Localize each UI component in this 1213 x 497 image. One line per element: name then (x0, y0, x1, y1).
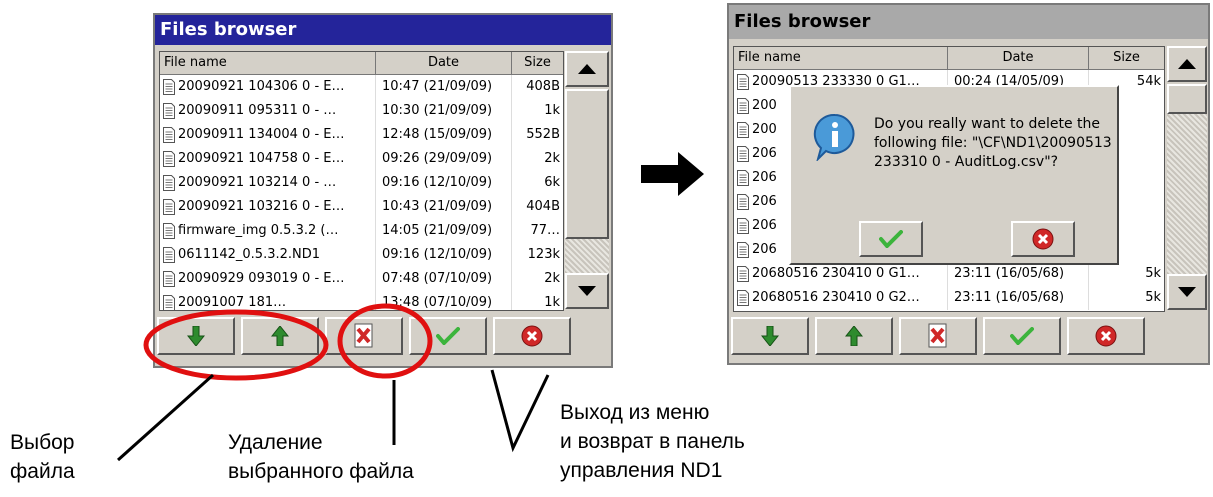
annotation-select-file: Выбор файла (10, 431, 75, 483)
column-header-date[interactable]: Date (948, 47, 1089, 69)
table-row[interactable]: 20680516 230410 0 G1… 23:11 (16/05/68) 5k (734, 262, 1164, 286)
file-icon (737, 218, 749, 234)
file-icon (737, 122, 749, 138)
cell-date: 23:11 (16/05/68) (948, 262, 1089, 286)
checkmark-icon (1010, 327, 1034, 345)
file-icon (737, 170, 749, 186)
scroll-thumb[interactable] (1167, 84, 1207, 114)
file-icon (737, 194, 749, 210)
checkmark-icon (879, 230, 903, 248)
file-icon (737, 242, 749, 258)
transition-arrow (641, 152, 704, 196)
exit-button[interactable] (1067, 317, 1145, 355)
delete-file-icon (928, 323, 947, 348)
dialog-message: Do you really want to delete the followi… (874, 116, 1112, 170)
window-title: Files browser (729, 5, 1208, 39)
triangle-down-icon (1178, 287, 1196, 297)
delete-file-button[interactable] (899, 317, 977, 355)
file-icon (737, 290, 749, 306)
filename-text: 20680516 230410 0 G1… (752, 266, 920, 281)
leader-lines-exit (490, 369, 550, 453)
leader-line-select (116, 373, 215, 462)
cell-filename: 20680516 230410 0 G1… (734, 262, 948, 286)
cell-date: 23:11 (16/05/68) (948, 286, 1089, 310)
delete-confirm-dialog: Do you really want to delete the followi… (789, 85, 1119, 265)
file-icon (737, 146, 749, 162)
column-header-size[interactable]: Size (1089, 47, 1164, 69)
annotation-exit-menu: Выход из меню и возврат в панель управле… (560, 401, 745, 482)
file-icon (737, 74, 749, 90)
filename-text: 206 (752, 170, 777, 185)
scroll-down-button[interactable] (1167, 274, 1207, 310)
file-icon (737, 98, 749, 114)
vertical-scrollbar[interactable] (1167, 46, 1207, 310)
file-icon (737, 266, 749, 282)
highlight-ellipse-delete (337, 303, 433, 379)
filename-text: 206 (752, 194, 777, 209)
filename-text: 200 (752, 98, 777, 113)
cell-filename: 20680516 230410 0 G2… (734, 286, 948, 310)
toolbar (731, 317, 1145, 355)
annotation-delete-file: Удаление выбранного файла (228, 431, 414, 483)
files-browser-window-right: Files browser File name Date Size 200905… (727, 3, 1210, 365)
previous-file-button[interactable] (815, 317, 893, 355)
cancel-icon (1095, 325, 1117, 347)
cancel-icon (1032, 228, 1054, 250)
filename-text: 20680516 230410 0 G2… (752, 290, 920, 305)
filename-text: 206 (752, 146, 777, 161)
arrow-up-icon (845, 326, 863, 346)
confirm-button[interactable] (983, 317, 1061, 355)
list-header: File name Date Size (734, 47, 1164, 70)
cell-size: 5k (1145, 266, 1161, 281)
table-row[interactable]: 20680516 230410 0 G2… 23:11 (16/05/68) 5k (734, 286, 1164, 310)
triangle-up-icon (1178, 59, 1196, 69)
next-file-button[interactable] (731, 317, 809, 355)
arrow-down-icon (761, 326, 779, 346)
filename-text: 206 (752, 242, 777, 257)
filename-text: 206 (752, 218, 777, 233)
info-icon (813, 113, 855, 161)
column-header-filename[interactable]: File name (734, 47, 948, 69)
cell-size: 5k (1145, 290, 1161, 305)
highlight-ellipse-select (143, 309, 329, 381)
dialog-cancel-button[interactable] (1011, 221, 1075, 257)
dialog-confirm-button[interactable] (859, 221, 923, 257)
scroll-track[interactable] (1167, 114, 1207, 274)
filename-text: 200 (752, 122, 777, 137)
scroll-up-button[interactable] (1167, 46, 1207, 82)
